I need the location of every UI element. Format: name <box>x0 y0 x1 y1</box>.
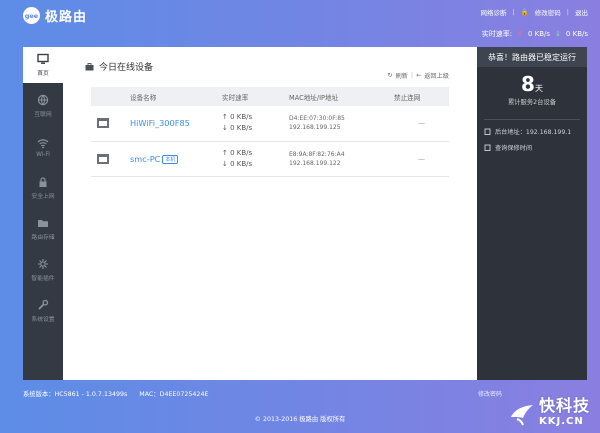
sidebar-item-home[interactable]: 首页 <box>23 47 63 83</box>
briefcase-icon <box>85 62 94 70</box>
local-device-badge: 本机 <box>162 154 179 164</box>
wrench-icon <box>38 299 49 310</box>
block-toggle[interactable]: — <box>394 141 449 177</box>
watermark-main: 快科技 <box>538 396 590 415</box>
watermark: 快科技 KKJ.CN <box>509 392 590 427</box>
sidebar-item-settings[interactable]: 系统设置 <box>23 293 63 329</box>
sidebar-item-storage[interactable]: 路由存储 <box>23 211 63 247</box>
table-row: HiWiFi_300F85 ↑ 0 KB/s ↓ 0 KB/s D4:EE:07… <box>91 106 449 142</box>
logo[interactable]: gee 极路由 <box>23 6 87 25</box>
device-upload-speed: ↑ 0 KB/s <box>222 148 253 157</box>
device-ip: 192.168.199.125 <box>289 124 341 132</box>
sidebar-item-label: 首页 <box>37 71 49 77</box>
page-title-text: 今日在线设备 <box>99 63 154 73</box>
device-name-link[interactable]: HiWiFi_300F85 <box>130 118 190 128</box>
sidebar-item-label: 系统设置 <box>31 317 55 323</box>
uptime-unit: 天 <box>534 84 543 93</box>
admin-address-row: 后台地址：192.168.199.1 <box>477 127 587 136</box>
speed-label: 实时速率: <box>481 30 513 38</box>
column-header-name: 设备名称 <box>130 87 222 106</box>
uptime-value: 8 <box>521 72 535 96</box>
sidebar-item-label: Wi-Fi <box>36 151 50 158</box>
action-divider: | <box>410 72 414 79</box>
device-icon <box>97 118 109 129</box>
realtime-speed: 实时速率: ↑ 0 KB/s ↓ 0 KB/s <box>482 29 588 39</box>
lock-icon <box>39 177 47 187</box>
status-divider <box>484 119 580 120</box>
sidebar-item-label: 互联网 <box>34 112 52 118</box>
device-mac-address: MAC：D4EE0725424E <box>139 391 209 398</box>
sidebar-item-plugins[interactable]: 智能插件 <box>23 252 63 288</box>
page-title: 今日在线设备 <box>85 60 153 73</box>
globe-icon <box>37 94 49 106</box>
sidebar-item-internet[interactable]: 互联网 <box>23 88 63 124</box>
change-password-link[interactable]: 修改密码 <box>535 7 561 17</box>
monitor-icon <box>37 53 49 64</box>
download-speed: 0 KB/s <box>565 30 588 38</box>
main-panel: 今日在线设备 ↻ 刷新 | ← 返回上级 设备名称 实时速率 MAC地址/IP地… <box>63 47 477 380</box>
column-header-mac: MAC地址/IP地址 <box>289 87 394 106</box>
logo-text: 极路由 <box>45 10 88 25</box>
device-download-speed: ↓ 0 KB/s <box>222 124 253 133</box>
served-devices-count: 累计服务2台设备 <box>507 99 557 106</box>
clipboard-icon <box>484 128 491 135</box>
gear-icon <box>38 259 48 269</box>
device-mac: E8:9A:8F:82:76:A4 <box>289 150 345 158</box>
device-mac: D4:EE:07:30:0F:85 <box>289 115 345 123</box>
logo-badge: gee <box>23 7 40 24</box>
table-header-row: 设备名称 实时速率 MAC地址/IP地址 禁止连网 <box>91 87 449 106</box>
device-download-speed: ↓ 0 KB/s <box>222 159 253 168</box>
footer-info: 系统版本：HC5861 - 1.0.7.13499s MAC：D4EE07254… <box>23 389 208 398</box>
warranty-row[interactable]: 查询保修时间 <box>477 143 587 152</box>
status-panel: 恭喜！路由器已稳定运行 8天 累计服务2台设备 后台地址：192.168.199… <box>477 47 587 380</box>
download-arrow-icon: ↓ <box>555 30 561 38</box>
clipboard-icon <box>484 144 491 151</box>
nav-separator: | <box>512 8 515 16</box>
device-icon <box>97 153 109 164</box>
upload-speed: 0 KB/s <box>527 30 551 38</box>
status-heading: 恭喜！路由器已稳定运行 <box>477 47 587 67</box>
lock-icon: 🔒 <box>520 8 529 16</box>
sidebar-item-security[interactable]: 安全上网 <box>23 170 63 206</box>
warranty-link[interactable]: 查询保修时间 <box>495 143 532 152</box>
nav-separator: | <box>566 8 569 16</box>
network-diagnose-link[interactable]: 网络诊断 <box>481 7 507 17</box>
system-version: 系统版本：HC5861 - 1.0.7.13499s <box>23 391 128 398</box>
upload-arrow-icon: ↑ <box>517 30 523 38</box>
uptime: 8天 <box>477 72 587 96</box>
footer-change-password-link[interactable]: 修改密码 <box>478 389 502 398</box>
block-toggle[interactable]: — <box>394 106 449 142</box>
refresh-button[interactable]: 刷新 <box>396 71 408 80</box>
back-arrow-icon: ← <box>416 72 422 79</box>
column-header-speed: 实时速率 <box>222 87 289 106</box>
watermark-sub: KKJ.CN <box>538 416 584 427</box>
wifi-icon <box>37 138 49 148</box>
table-row: smc-PC 本机 ↑ 0 KB/s ↓ 0 KB/s E8:9A:8F:82:7… <box>91 141 449 177</box>
column-header-block: 禁止连网 <box>394 87 449 106</box>
device-ip: 192.168.199.122 <box>289 159 341 167</box>
sidebar-item-label: 智能插件 <box>31 276 55 282</box>
device-upload-speed: ↑ 0 KB/s <box>222 113 253 122</box>
watermark-bird-icon <box>510 405 533 426</box>
sidebar-item-label: 路由存储 <box>31 235 55 241</box>
main-actions: ↻ 刷新 | ← 返回上级 <box>387 71 449 80</box>
refresh-icon: ↻ <box>387 72 393 79</box>
sidebar-item-wifi[interactable]: Wi-Fi <box>23 129 63 165</box>
top-nav: 网络诊断 | 🔒 修改密码 | 退出 <box>481 7 589 17</box>
sidebar-item-label: 安全上网 <box>31 194 55 200</box>
folder-icon <box>38 220 48 227</box>
device-name-link[interactable]: smc-PC <box>130 154 160 164</box>
sidebar: 首页 互联网 Wi-Fi 安全上网 路由存储 智能插件 系统设置 <box>23 47 63 380</box>
logout-link[interactable]: 退出 <box>575 7 588 17</box>
back-button[interactable]: 返回上级 <box>424 71 449 80</box>
admin-address: 后台地址：192.168.199.1 <box>495 129 572 136</box>
device-table: 设备名称 实时速率 MAC地址/IP地址 禁止连网 HiWiFi_300F85 … <box>91 87 449 177</box>
